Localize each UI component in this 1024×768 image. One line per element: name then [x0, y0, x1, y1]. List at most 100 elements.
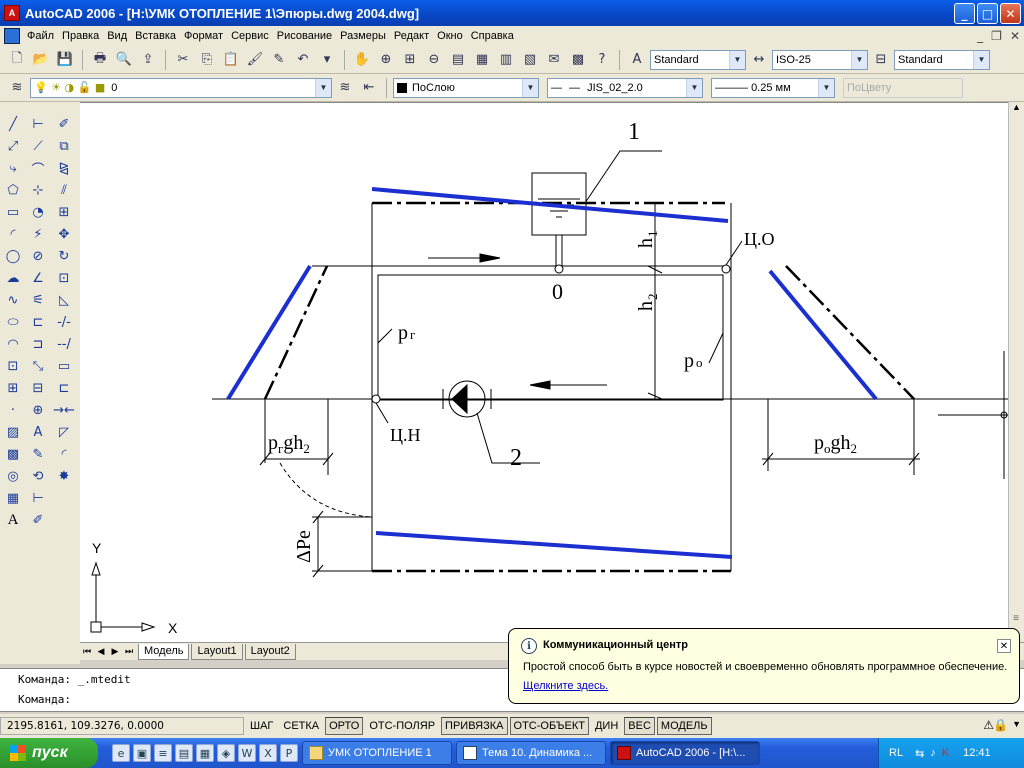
- fillet-icon[interactable]: ◜: [53, 444, 75, 464]
- lineweight-select[interactable]: ——— 0.25 мм ▼: [711, 77, 835, 98]
- balloon-close-button[interactable]: ✕: [997, 639, 1011, 653]
- properties-icon[interactable]: ▤: [447, 49, 469, 71]
- layer-previous-icon[interactable]: ⇤: [358, 77, 380, 99]
- ellipse-arc-icon[interactable]: ◠: [2, 334, 24, 354]
- markup-icon[interactable]: ✉: [543, 49, 565, 71]
- layer-select[interactable]: 💡 ☀ ◑ 🔓 ■ 0 ▼: [30, 77, 332, 98]
- snap-toggle[interactable]: ШАГ: [246, 717, 277, 735]
- spline-icon[interactable]: ∿: [2, 290, 24, 310]
- array-icon[interactable]: ⊞: [53, 202, 75, 222]
- ie-icon[interactable]: e: [112, 744, 130, 762]
- revcloud-icon[interactable]: ☁: [2, 268, 24, 288]
- help-icon[interactable]: ?: [591, 49, 613, 71]
- table-style-select[interactable]: Standard ▼: [894, 49, 990, 70]
- dim-baseline-icon[interactable]: ⊏: [27, 312, 49, 332]
- status-menu-icon[interactable]: ▼: [1012, 719, 1021, 729]
- ellipse-icon[interactable]: ⬭: [2, 312, 24, 332]
- rotate-icon[interactable]: ↻: [53, 246, 75, 266]
- tab-layout1[interactable]: Layout1: [191, 643, 243, 660]
- communication-center-balloon[interactable]: i Коммуникационный центр ✕ Простой спосо…: [508, 628, 1020, 704]
- match-properties-icon[interactable]: 🖌: [244, 49, 266, 71]
- erase-icon[interactable]: ✐: [53, 114, 75, 134]
- menu-edit[interactable]: Правка: [58, 26, 103, 46]
- excel-icon[interactable]: X: [259, 744, 277, 762]
- disk-icon[interactable]: ▣: [133, 744, 151, 762]
- menu-tools[interactable]: Сервис: [227, 26, 273, 46]
- gradient-icon[interactable]: ▩: [2, 444, 24, 464]
- text-style-icon[interactable]: A: [626, 49, 648, 71]
- menu-draw[interactable]: Рисование: [273, 26, 336, 46]
- menu-dimension[interactable]: Размеры: [336, 26, 390, 46]
- undo-dropdown-icon[interactable]: ▾: [316, 49, 338, 71]
- dim-edit-icon[interactable]: A: [27, 422, 49, 442]
- tool-palettes-icon[interactable]: ▥: [495, 49, 517, 71]
- zoom-previous-icon[interactable]: ⊖: [423, 49, 445, 71]
- media-icon[interactable]: ◈: [217, 744, 235, 762]
- coordinates-readout[interactable]: 2195.8161, 109.3276, 0.0000: [0, 717, 244, 735]
- center-mark-icon[interactable]: ⊕: [27, 400, 49, 420]
- design-center-icon[interactable]: ▦: [471, 49, 493, 71]
- menu-help[interactable]: Справка: [467, 26, 518, 46]
- notes-icon[interactable]: ≡: [154, 744, 172, 762]
- cut-icon[interactable]: ✂: [172, 49, 194, 71]
- new-icon[interactable]: 🗋: [6, 49, 28, 71]
- table-style-icon[interactable]: ⊟: [870, 49, 892, 71]
- scroll-split-icon[interactable]: ≡: [1009, 613, 1023, 624]
- drawing-area[interactable]: 1 2 0 Ц.О Ц.Н p г p о h 1 h 2 pгgh2 pоgh…: [80, 102, 1008, 642]
- scroll-up-icon[interactable]: ▲: [1009, 102, 1024, 118]
- otrack-toggle[interactable]: ОТС-ОБЪЕКТ: [509, 717, 589, 735]
- powerpoint-icon[interactable]: P: [280, 744, 298, 762]
- dim-jogged-icon[interactable]: ⚡: [27, 224, 49, 244]
- color-select[interactable]: ПоСлою ▼: [393, 77, 539, 98]
- extend-icon[interactable]: --/: [53, 334, 75, 354]
- linetype-select[interactable]: — — JIS_02_2.0 ▼: [547, 77, 703, 98]
- tab-next-icon[interactable]: ▶: [108, 647, 122, 657]
- dim-radius-icon[interactable]: ◔: [27, 202, 49, 222]
- block-editor-icon[interactable]: ✎: [268, 49, 290, 71]
- menu-modify[interactable]: Редакт: [390, 26, 433, 46]
- dim-text-edit-icon[interactable]: ✎: [27, 444, 49, 464]
- model-toggle[interactable]: МОДЕЛЬ: [656, 717, 712, 735]
- pan-icon[interactable]: ✋: [351, 49, 373, 71]
- word-icon[interactable]: W: [238, 744, 256, 762]
- tab-prev-icon[interactable]: ◀: [94, 647, 108, 657]
- polar-toggle[interactable]: ОТС-ПОЛЯР: [365, 717, 439, 735]
- menu-insert[interactable]: Вставка: [131, 26, 180, 46]
- rectangle-icon[interactable]: ▭: [2, 202, 24, 222]
- insert-block-icon[interactable]: ⊡: [2, 356, 24, 376]
- make-current-layer-icon[interactable]: ≋: [334, 77, 356, 99]
- sheet-set-icon[interactable]: ▧: [519, 49, 541, 71]
- dim-override-icon[interactable]: ✐: [27, 510, 49, 530]
- chamfer-icon[interactable]: ◸: [53, 422, 75, 442]
- copy-icon[interactable]: ⎘: [196, 49, 218, 71]
- table-app-icon[interactable]: ▦: [196, 744, 214, 762]
- drawing-canvas[interactable]: 1 2 0 Ц.О Ц.Н p г p о h 1 h 2 pгgh2 pоgh…: [80, 103, 1008, 643]
- task-autocad[interactable]: AutoCAD 2006 - [H:\...: [610, 741, 760, 765]
- qleader-icon[interactable]: ⤡: [27, 356, 49, 376]
- zoom-realtime-icon[interactable]: ⊕: [375, 49, 397, 71]
- preview-icon[interactable]: 🔍: [113, 49, 135, 71]
- osnap-toggle[interactable]: ПРИВЯЗКА: [441, 717, 508, 735]
- hatch-icon[interactable]: ▨: [2, 422, 24, 442]
- table-icon[interactable]: ▦: [2, 488, 24, 508]
- point-icon[interactable]: ·: [2, 400, 24, 420]
- tolerance-icon[interactable]: ⊟: [27, 378, 49, 398]
- dim-aligned-icon[interactable]: ⟋: [27, 136, 49, 156]
- maximize-button[interactable]: □: [977, 3, 998, 24]
- balloon-link[interactable]: Щелкните здесь.: [523, 680, 608, 692]
- mdi-minimize-icon[interactable]: _: [977, 29, 983, 43]
- dim-diameter-icon[interactable]: ⊘: [27, 246, 49, 266]
- dim-style-select[interactable]: ISO-25 ▼: [772, 49, 868, 70]
- zoom-window-icon[interactable]: ⊞: [399, 49, 421, 71]
- layer-manager-icon[interactable]: ≋: [6, 77, 28, 99]
- polygon-icon[interactable]: ⬠: [2, 180, 24, 200]
- arc-icon[interactable]: ◜: [2, 224, 24, 244]
- dim-arc-icon[interactable]: ⌒: [27, 158, 49, 178]
- construction-line-icon[interactable]: ⤢: [2, 136, 24, 156]
- scale-icon[interactable]: ⊡: [53, 268, 75, 288]
- ortho-toggle[interactable]: ОРТО: [325, 717, 364, 735]
- circle-icon[interactable]: ◯: [2, 246, 24, 266]
- menu-window[interactable]: Окно: [433, 26, 467, 46]
- speaker-icon[interactable]: ♪: [930, 747, 936, 759]
- dyn-toggle[interactable]: ДИН: [591, 717, 622, 735]
